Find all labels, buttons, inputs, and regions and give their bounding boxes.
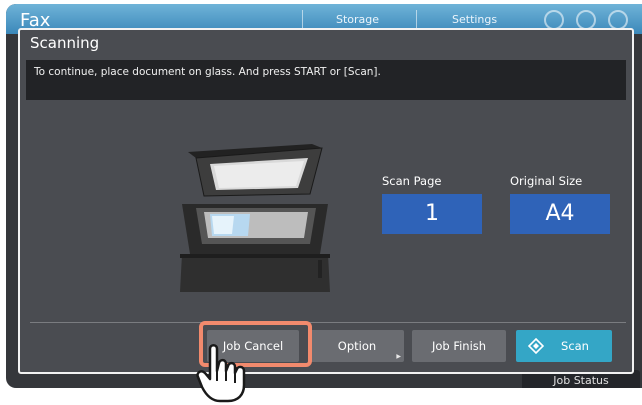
globe-icon[interactable] — [576, 10, 596, 30]
scan-page-value: 1 — [382, 194, 482, 234]
dialog-title: Scanning — [30, 34, 100, 52]
job-finish-button[interactable]: Job Finish — [412, 330, 506, 362]
message-bar: To continue, place document on glass. An… — [26, 60, 626, 100]
original-size-label: Original Size — [510, 174, 583, 188]
scanning-dialog: Scanning To continue, place document on … — [18, 28, 634, 374]
job-finish-label: Job Finish — [431, 339, 487, 353]
tab-divider — [302, 10, 303, 30]
help-icon[interactable] — [608, 10, 628, 30]
edit-icon[interactable] — [544, 10, 564, 30]
footer-divider — [30, 322, 626, 323]
option-label: Option — [337, 339, 377, 353]
tab-divider — [416, 10, 417, 30]
hand-pointer-icon — [196, 344, 246, 403]
submenu-arrow-icon: ▶ — [396, 353, 401, 360]
scan-label: Scan — [561, 339, 589, 353]
tab-storage[interactable]: Storage — [336, 13, 379, 26]
option-button[interactable]: Option ▶ — [310, 330, 404, 362]
scanner-illustration — [180, 144, 330, 292]
tab-settings[interactable]: Settings — [452, 13, 497, 26]
scan-page-label: Scan Page — [382, 174, 442, 188]
original-size-value: A4 — [510, 194, 610, 234]
scan-button[interactable]: Scan — [516, 330, 612, 362]
scan-diamond-icon — [528, 338, 544, 354]
message-text: To continue, place document on glass. An… — [34, 66, 381, 78]
